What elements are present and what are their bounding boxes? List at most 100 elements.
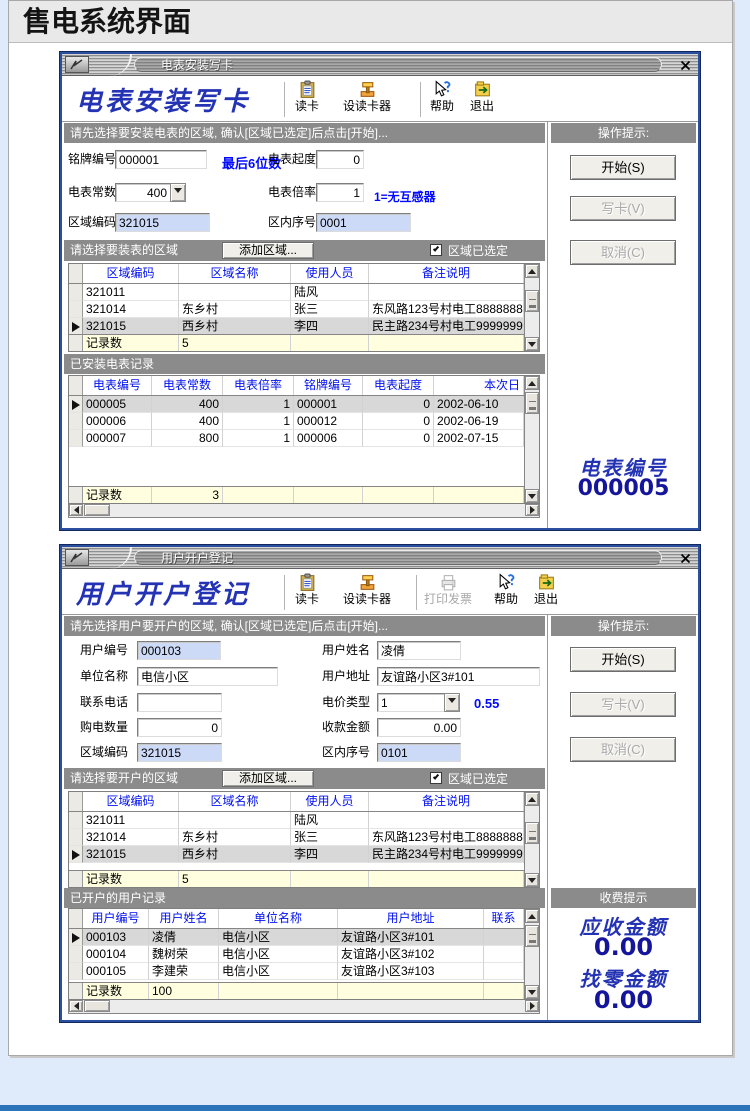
close-icon[interactable]: [678, 551, 693, 565]
scrollbar-thumb[interactable]: [84, 1000, 110, 1012]
column-header[interactable]: 备注说明: [369, 792, 524, 811]
amount-input[interactable]: [377, 718, 461, 737]
table-row[interactable]: 000105 李建荣 电信小区 友谊路小区3#103: [69, 963, 524, 980]
vertical-scrollbar[interactable]: [524, 909, 539, 999]
start-button[interactable]: 开始(S): [570, 155, 676, 180]
table-row-selected[interactable]: 000005 400 1 000001 0 2002-06-10: [69, 396, 524, 413]
left-pane: 请先选择要安装电表的区域, 确认[区域已选定]后点击[开始]... 铭牌编号 最…: [62, 122, 547, 528]
vertical-scrollbar[interactable]: [524, 376, 539, 503]
table-row[interactable]: 321011 陆风: [69, 812, 524, 829]
record-count-label: 记录数: [83, 871, 179, 887]
titlebar[interactable]: 用户开户登记: [62, 547, 698, 569]
phone-input[interactable]: [137, 693, 222, 712]
window-user-registration: 用户开户登记 用户开户登记 读卡 设读卡器 打印发票 帮助: [60, 545, 700, 1022]
right-pane: 操作提示: 开始(S) 写卡(V) 取消(C) 电表编号 000005: [549, 122, 698, 528]
column-header[interactable]: 联系: [484, 909, 524, 928]
column-header[interactable]: 电表起度: [363, 376, 434, 395]
table-row[interactable]: 000007 800 1 000006 0 2002-07-15: [69, 430, 524, 447]
table-row[interactable]: 000006 400 1 000012 0 2002-06-19: [69, 413, 524, 430]
scroll-left-icon[interactable]: [69, 504, 83, 516]
column-header[interactable]: 区域编码: [83, 792, 179, 811]
scrollbar-thumb[interactable]: [525, 925, 539, 947]
scroll-down-icon[interactable]: [525, 489, 539, 503]
add-area-button[interactable]: 添加区域...: [222, 242, 314, 259]
vertical-scrollbar[interactable]: [524, 792, 539, 887]
table-row[interactable]: 000104 魏树荣 电信小区 友谊路小区3#102: [69, 946, 524, 963]
exit-button[interactable]: 退出: [534, 573, 558, 606]
area-selected-checkbox[interactable]: [430, 244, 442, 256]
scroll-down-icon[interactable]: [525, 337, 539, 351]
exit-button[interactable]: 退出: [470, 80, 494, 113]
area-selected-checkbox[interactable]: [430, 772, 442, 784]
content-card: 售电系统界面 电表安装写卡 电表安装写卡 读卡 设读卡器: [8, 0, 733, 1056]
scrollbar-thumb[interactable]: [525, 290, 539, 312]
start-reading-input[interactable]: [316, 150, 364, 169]
chevron-down-icon[interactable]: [170, 183, 186, 202]
column-header[interactable]: 用户编号: [83, 909, 149, 928]
scroll-down-icon[interactable]: [525, 873, 539, 887]
add-area-button[interactable]: 添加区域...: [222, 770, 314, 787]
column-header[interactable]: 电表常数: [152, 376, 223, 395]
column-header[interactable]: 单位名称: [219, 909, 338, 928]
titlebar[interactable]: 电表安装写卡: [62, 54, 698, 76]
purchase-qty-input[interactable]: [137, 718, 222, 737]
scrollbar-thumb[interactable]: [525, 822, 539, 844]
meter-ratio-input[interactable]: [316, 183, 364, 202]
column-header[interactable]: 区域名称: [179, 792, 291, 811]
read-card-button[interactable]: 读卡: [295, 80, 319, 113]
table-row-selected[interactable]: 321015 西乡村 李四 民主路234号村电工99999999: [69, 846, 524, 863]
write-card-button[interactable]: 写卡(V): [570, 196, 676, 221]
user-address-input[interactable]: [377, 667, 540, 686]
vertical-scrollbar[interactable]: [524, 264, 539, 351]
table-row[interactable]: 321014 东乡村 张三 东风路123号村电工88888888: [69, 301, 524, 318]
table-row[interactable]: 321011 陆风: [69, 284, 524, 301]
column-header[interactable]: 铭牌编号: [294, 376, 363, 395]
meter-constant-combo[interactable]: [115, 183, 171, 202]
scroll-up-icon[interactable]: [525, 909, 539, 923]
horizontal-scrollbar[interactable]: [68, 1000, 540, 1014]
column-header[interactable]: 本次日: [434, 376, 524, 395]
scroll-down-icon[interactable]: [525, 985, 539, 999]
cancel-button[interactable]: 取消(C): [570, 240, 676, 265]
scroll-up-icon[interactable]: [525, 264, 539, 278]
scroll-up-icon[interactable]: [525, 792, 539, 806]
column-header[interactable]: 电表倍率: [223, 376, 294, 395]
scrollbar-thumb[interactable]: [525, 392, 539, 414]
write-card-button[interactable]: 写卡(V): [570, 692, 676, 717]
scroll-right-icon[interactable]: [525, 1000, 539, 1012]
column-header[interactable]: 区域名称: [179, 264, 291, 283]
close-icon[interactable]: [678, 58, 693, 72]
chevron-down-icon[interactable]: [444, 693, 460, 712]
column-header[interactable]: 备注说明: [369, 264, 524, 283]
serial-field: [377, 743, 461, 762]
column-header[interactable]: 使用人员: [291, 264, 369, 283]
read-card-button[interactable]: 读卡: [295, 573, 319, 606]
help-button[interactable]: 帮助: [494, 573, 518, 606]
nameplate-label: 铭牌编号: [68, 150, 116, 169]
column-header[interactable]: 区域编码: [83, 264, 179, 283]
table-row[interactable]: 321014 东乡村 张三 东风路123号村电工88888888: [69, 829, 524, 846]
horizontal-scrollbar[interactable]: [68, 504, 540, 518]
area-section-title: 请选择要开户的区域: [70, 771, 178, 785]
scroll-left-icon[interactable]: [69, 1000, 83, 1012]
column-header[interactable]: 用户姓名: [149, 909, 219, 928]
unit-name-input[interactable]: [137, 667, 278, 686]
column-header[interactable]: 使用人员: [291, 792, 369, 811]
cancel-button[interactable]: 取消(C): [570, 737, 676, 762]
price-type-combo[interactable]: [377, 693, 445, 712]
table-row-selected[interactable]: 000103 凌倩 电信小区 友谊路小区3#101: [69, 929, 524, 946]
column-header[interactable]: 用户地址: [338, 909, 484, 928]
user-name-input[interactable]: [377, 641, 461, 660]
column-header[interactable]: 电表编号: [83, 376, 152, 395]
help-button[interactable]: 帮助: [430, 80, 454, 113]
start-button[interactable]: 开始(S): [570, 647, 676, 672]
check-icon: [433, 245, 439, 251]
scroll-right-icon[interactable]: [525, 504, 539, 516]
scroll-up-icon[interactable]: [525, 376, 539, 390]
table-row-selected[interactable]: 321015 西乡村 李四 民主路234号村电工99999999: [69, 318, 524, 335]
set-reader-button[interactable]: 设读卡器: [343, 80, 391, 113]
cell: 魏树荣: [149, 946, 219, 963]
set-reader-button[interactable]: 设读卡器: [343, 573, 391, 606]
scrollbar-thumb[interactable]: [84, 504, 110, 516]
nameplate-input[interactable]: [115, 150, 207, 169]
